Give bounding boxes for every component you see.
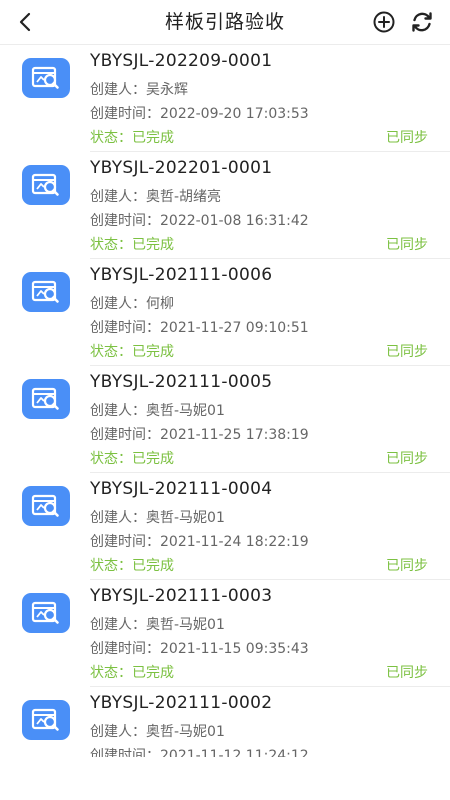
sync-status-badge: 已同步: [386, 451, 428, 467]
sync-status-badge: 已同步: [386, 558, 428, 574]
inspection-record-icon: [22, 486, 70, 526]
record-creator: 创建人：奥哲-马妮01: [90, 724, 225, 740]
inspection-record-icon: [22, 379, 70, 419]
record-created-time: 创建时间：2021-11-24 18:22:19: [90, 534, 309, 550]
list-item[interactable]: YBYSJL-202111-0005 创建人：奥哲-马妮01 创建时间：2021…: [0, 366, 450, 473]
record-creator: 创建人：奥哲-马妮01: [90, 510, 225, 526]
record-code: YBYSJL-202111-0005: [90, 372, 273, 392]
record-creator: 创建人：吴永辉: [90, 82, 188, 98]
list-item[interactable]: YBYSJL-202209-0001 创建人：吴永辉 创建时间：2022-09-…: [0, 45, 450, 152]
record-code: YBYSJL-202201-0001: [90, 158, 273, 178]
record-status: 状态：已完成: [90, 344, 174, 360]
record-code: YBYSJL-202209-0001: [90, 51, 273, 71]
list-item[interactable]: YBYSJL-202111-0004 创建人：奥哲-马妮01 创建时间：2021…: [0, 473, 450, 580]
record-creator: 创建人：奥哲-胡绪亮: [90, 189, 222, 205]
record-created-time: 创建时间：2022-09-20 17:03:53: [90, 106, 309, 122]
list-item[interactable]: YBYSJL-202111-0002 创建人：奥哲-马妮01 创建时间：2021…: [0, 687, 450, 757]
record-created-time: 创建时间：2022-01-08 16:31:42: [90, 213, 309, 229]
list-item[interactable]: YBYSJL-202111-0003 创建人：奥哲-马妮01 创建时间：2021…: [0, 580, 450, 687]
sync-status-badge: 已同步: [386, 344, 428, 360]
list-item-body: YBYSJL-202111-0002 创建人：奥哲-马妮01 创建时间：2021…: [90, 687, 450, 757]
record-creator: 创建人：奥哲-马妮01: [90, 403, 225, 419]
sync-status-badge: 已同步: [386, 665, 428, 681]
top-bar: 样板引路验收: [0, 0, 450, 45]
record-status: 状态：已完成: [90, 558, 174, 574]
record-created-time: 创建时间：2021-11-25 17:38:19: [90, 427, 309, 443]
list-item-body: YBYSJL-202201-0001 创建人：奥哲-胡绪亮 创建时间：2022-…: [90, 152, 450, 259]
list-item[interactable]: YBYSJL-202201-0001 创建人：奥哲-胡绪亮 创建时间：2022-…: [0, 152, 450, 259]
inspection-record-icon: [22, 165, 70, 205]
record-code: YBYSJL-202111-0004: [90, 479, 273, 499]
record-status: 状态：已完成: [90, 665, 174, 681]
record-code: YBYSJL-202111-0006: [90, 265, 273, 285]
list-item-body: YBYSJL-202111-0004 创建人：奥哲-马妮01 创建时间：2021…: [90, 473, 450, 580]
record-status: 状态：已完成: [90, 237, 174, 253]
record-status: 状态：已完成: [90, 451, 174, 467]
bottom-blank-area: [0, 757, 450, 800]
record-created-time: 创建时间：2021-11-15 09:35:43: [90, 641, 309, 657]
list-item-body: YBYSJL-202209-0001 创建人：吴永辉 创建时间：2022-09-…: [90, 45, 450, 152]
record-creator: 创建人：何柳: [90, 296, 174, 312]
record-creator: 创建人：奥哲-马妮01: [90, 617, 225, 633]
list-item-body: YBYSJL-202111-0005 创建人：奥哲-马妮01 创建时间：2021…: [90, 366, 450, 473]
record-code: YBYSJL-202111-0002: [90, 693, 273, 713]
list-item-body: YBYSJL-202111-0003 创建人：奥哲-马妮01 创建时间：2021…: [90, 580, 450, 687]
inspection-record-icon: [22, 58, 70, 98]
inspection-record-icon: [22, 593, 70, 633]
add-circle-icon: [373, 11, 395, 33]
sync-status-badge: 已同步: [386, 130, 428, 146]
list-item-body: YBYSJL-202111-0006 创建人：何柳 创建时间：2021-11-2…: [90, 259, 450, 366]
record-status: 状态：已完成: [90, 130, 174, 146]
inspection-record-icon: [22, 272, 70, 312]
sync-status-badge: 已同步: [386, 237, 428, 253]
record-list[interactable]: YBYSJL-202209-0001 创建人：吴永辉 创建时间：2022-09-…: [0, 45, 450, 757]
inspection-record-icon: [22, 700, 70, 740]
record-created-time: 创建时间：2021-11-27 09:10:51: [90, 320, 309, 336]
record-created-time: 创建时间：2021-11-12 11:24:12: [90, 748, 309, 757]
refresh-icon: [412, 12, 432, 32]
add-button[interactable]: [370, 8, 398, 36]
list-item[interactable]: YBYSJL-202111-0006 创建人：何柳 创建时间：2021-11-2…: [0, 259, 450, 366]
refresh-button[interactable]: [408, 8, 436, 36]
record-code: YBYSJL-202111-0003: [90, 586, 273, 606]
